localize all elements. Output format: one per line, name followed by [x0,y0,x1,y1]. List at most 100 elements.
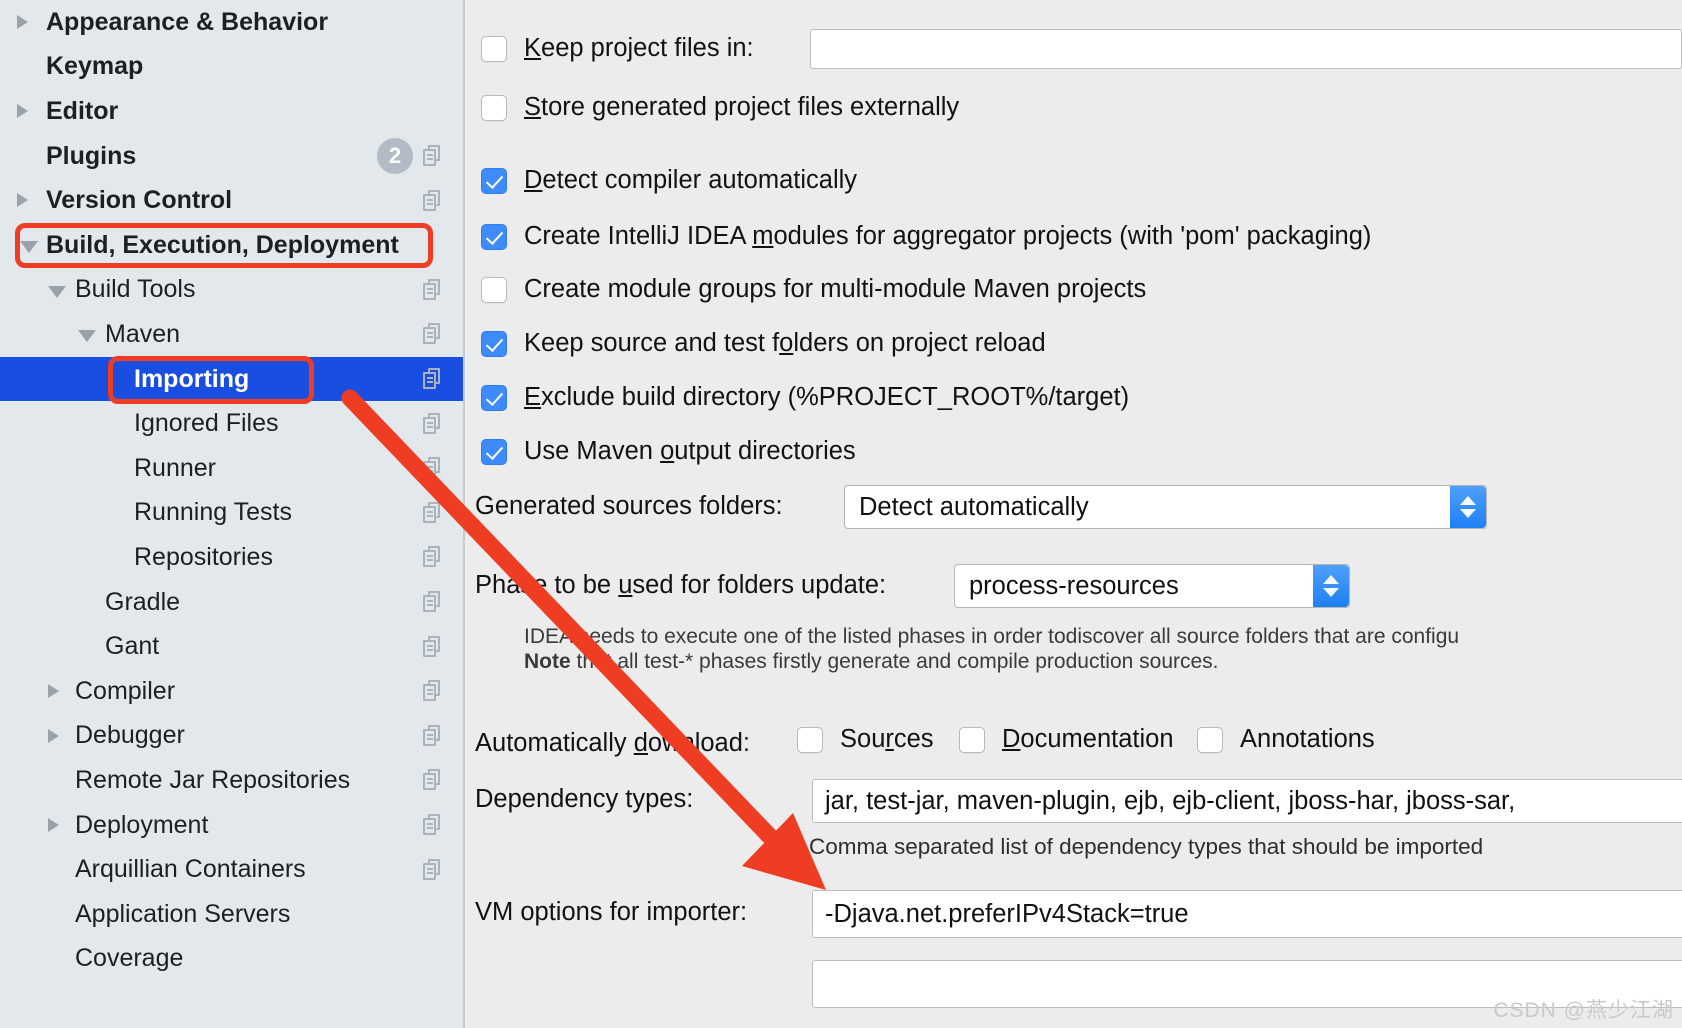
sidebar-item-remote-jar-repositories[interactable]: Remote Jar Repositories [0,758,463,803]
auto-download-sources[interactable]: Sources [797,725,934,754]
auto-download-option-label: Sources [840,725,934,754]
chevron-down-icon[interactable] [78,330,96,343]
checkbox-exclude-build-directory-project-root-targe[interactable] [481,384,507,411]
dependency-types-input[interactable]: jar, test-jar, maven-plugin, ejb, ejb-cl… [812,779,1682,823]
checkbox-create-intellij-idea-modules-for-aggregato[interactable] [481,223,507,250]
checkbox-detect-compiler-automatically[interactable] [481,167,507,194]
sidebar-item-label: Coverage [75,944,184,973]
chevron-right-icon[interactable] [48,817,59,832]
phase-stepper-icon[interactable] [1313,565,1349,607]
sidebar-item-build-execution-deployment[interactable]: Build, Execution, Deployment [0,223,463,268]
copy-settings-icon[interactable] [423,412,445,435]
keep-project-files-row[interactable]: Keep project files in: [481,34,754,63]
label-part-mnemonic: E [524,383,542,411]
dependency-types-label: Dependency types: [475,785,694,813]
sidebar-item-keymap[interactable]: Keymap [0,45,463,90]
chevron-right-icon[interactable] [48,728,59,743]
sidebar-item-repositories[interactable]: Repositories [0,535,463,580]
sidebar-item-plugins[interactable]: Plugins 2 [0,134,463,179]
sidebar-item-importing[interactable]: Importing [0,356,463,402]
checkbox-store-generated-project-files-externally[interactable] [481,94,507,121]
sidebar-item-gant[interactable]: Gant [0,624,463,669]
phase-note-line2: Note that all test-* phases firstly gene… [524,650,1219,673]
checkbox-documentation[interactable] [959,726,985,753]
checkbox-create-module-groups-for-multi-module-mave[interactable] [481,276,507,303]
checkbox-label: Create module groups for multi-module Ma… [524,275,1146,304]
copy-settings-icon[interactable] [423,635,445,658]
sidebar-item-coverage[interactable]: Coverage [0,937,463,982]
phase-note-line1: IDEA needs to execute one of the listed … [524,625,1460,648]
auto-download-annotations[interactable]: Annotations [1197,725,1375,754]
label-part-pre: Create IntelliJ IDEA [524,222,753,250]
checkbox-annotations[interactable] [1197,726,1223,753]
sidebar-item-compiler[interactable]: Compiler [0,669,463,714]
label-part-post: roups for multi-module Maven projects [712,275,1147,303]
checkbox-use-maven-output-directories[interactable] [481,438,507,465]
copy-settings-icon[interactable] [423,814,445,836]
generated-sources-stepper-icon[interactable] [1450,486,1486,528]
label-part-post: ocumentation [1020,725,1174,753]
keep-project-files-input[interactable] [810,29,1682,69]
sidebar-item-maven[interactable]: Maven [0,312,463,357]
keep-project-files-checkbox[interactable] [481,35,507,62]
phase-label: Phase to be used for folders update: [475,571,887,599]
label-part-post: xclude build directory (%PROJECT_ROOT%/t… [541,383,1130,411]
copy-settings-icon[interactable] [423,189,445,212]
option-row-exclude-build-directory-project-root-targe[interactable]: Exclude build directory (%PROJECT_ROOT%/… [481,383,1129,412]
sidebar-item-debugger[interactable]: Debugger [0,714,463,759]
copy-settings-icon[interactable] [423,457,445,479]
option-row-create-module-groups-for-multi-module-mave[interactable]: Create module groups for multi-module Ma… [481,275,1146,304]
chevron-right-icon[interactable] [17,15,28,29]
label-part-pre: Create module [524,275,699,303]
copy-settings-icon[interactable] [423,501,445,524]
copy-settings-icon[interactable] [423,591,445,613]
phase-value: process-resources [969,571,1179,600]
chevron-right-icon[interactable] [17,193,28,208]
chevron-down-icon[interactable] [20,241,38,253]
sidebar-item-editor[interactable]: Editor [0,89,463,134]
label-part-pre: Use Maven [524,437,661,465]
sidebar-item-version-control[interactable]: Version Control [0,178,463,223]
option-row-create-intellij-idea-modules-for-aggregato[interactable]: Create IntelliJ IDEA modules for aggrega… [481,222,1371,251]
phase-combo[interactable]: process-resources [954,564,1350,608]
checkbox-keep-source-and-test-folders-on-project-re[interactable] [481,330,507,357]
sidebar-item-deployment[interactable]: Deployment [0,803,463,848]
option-row-detect-compiler-automatically[interactable]: Detect compiler automatically [481,166,857,195]
sidebar-item-arquillian-containers[interactable]: Arquillian Containers [0,847,463,892]
vm-options-input[interactable]: -Djava.net.preferIPv4Stack=true [812,890,1682,938]
option-row-use-maven-output-directories[interactable]: Use Maven output directories [481,437,856,466]
auto-download-documentation[interactable]: Documentation [959,725,1174,754]
chevron-right-icon[interactable] [17,104,28,119]
option-row-keep-source-and-test-folders-on-project-re[interactable]: Keep source and test folders on project … [481,329,1046,358]
copy-settings-icon[interactable] [423,368,445,390]
copy-settings-icon[interactable] [423,680,445,702]
sidebar-item-label: Editor [46,96,119,125]
copy-settings-icon[interactable] [423,546,445,568]
sidebar-item-running-tests[interactable]: Running Tests [0,491,463,536]
sidebar-item-runner[interactable]: Runner [0,446,463,491]
sidebar-item-gradle[interactable]: Gradle [0,580,463,625]
chevron-right-icon[interactable] [48,684,59,698]
sidebar-item-appearance-behavior[interactable]: Appearance & Behavior [0,0,463,45]
label-part-post: ces [893,725,934,753]
copy-settings-icon[interactable] [423,769,445,791]
sidebar-item-ignored-files[interactable]: Ignored Files [0,401,463,446]
settings-sidebar[interactable]: Appearance & Behavior Keymap Editor Plugins… [0,0,465,1028]
sidebar-item-label: Appearance & Behavior [46,7,329,36]
label-part-mnemonic: o [779,329,794,357]
option-row-store-generated-project-files-externally[interactable]: Store generated project files externally [481,93,959,122]
chevron-down-icon[interactable] [48,285,66,298]
copy-settings-icon[interactable] [423,145,445,167]
copy-settings-icon[interactable] [423,323,445,345]
generated-sources-combo[interactable]: Detect automatically [844,485,1487,529]
sidebar-item-build-tools[interactable]: Build Tools [0,268,463,313]
keep-project-files-label: Keep project files in: [524,34,754,62]
sidebar-item-label: Deployment [75,810,209,839]
checkbox-sources[interactable] [797,726,823,753]
copy-settings-icon[interactable] [423,724,445,747]
sidebar-item-application-servers[interactable]: Application Servers [0,892,463,937]
copy-settings-icon[interactable] [423,858,445,881]
sidebar-item-label: Running Tests [134,498,292,527]
copy-settings-icon[interactable] [423,278,445,301]
sidebar-item-label: Runner [134,453,216,482]
